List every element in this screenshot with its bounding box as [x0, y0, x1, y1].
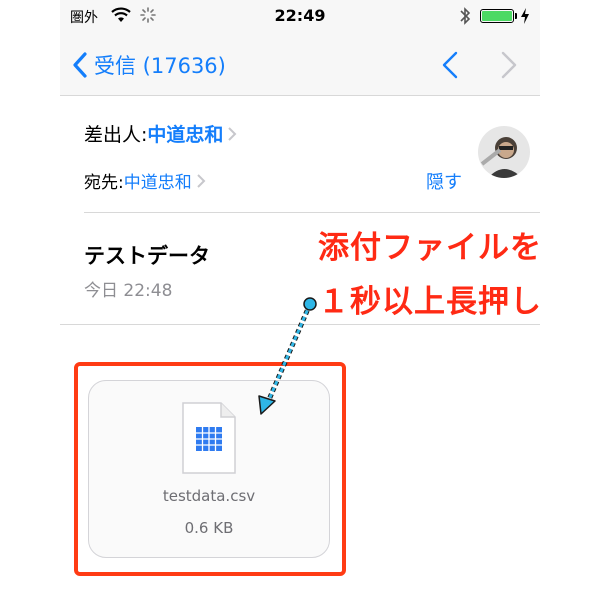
- battery-tip: [515, 13, 517, 19]
- prev-arrow-icon[interactable]: [438, 50, 462, 80]
- nav-bar: 受信 (17636): [60, 32, 540, 96]
- next-arrow-icon: [501, 51, 517, 79]
- battery-icon: [480, 9, 514, 23]
- recipient-row[interactable]: 宛先: 中道忠和: [84, 168, 206, 193]
- avatar[interactable]: [478, 126, 530, 178]
- status-bar: 圏外 22:49: [60, 0, 540, 32]
- message-subject: テストデータ: [84, 244, 210, 268]
- annotation-line-2: １秒以上長押し: [318, 284, 542, 320]
- from-label: 差出人:: [84, 124, 148, 146]
- from-name[interactable]: 中道忠和: [147, 120, 223, 147]
- to-name[interactable]: 中道忠和: [124, 168, 192, 193]
- sender-row[interactable]: 差出人: 中道忠和: [84, 120, 237, 147]
- back-button-label: 受信 (17636): [94, 54, 226, 78]
- message-date: 今日 22:48: [84, 281, 173, 301]
- chevron-right-icon: [197, 173, 206, 188]
- bluetooth-icon: [460, 7, 471, 25]
- to-label: 宛先:: [84, 173, 124, 193]
- charging-icon: [521, 8, 529, 24]
- hide-details-link[interactable]: 隠す: [426, 168, 462, 194]
- attachment-highlight-box: [74, 362, 346, 576]
- battery-fill: [482, 11, 512, 21]
- annotation-line-1: 添付ファイルを: [318, 230, 542, 266]
- body-divider: [60, 324, 540, 325]
- header-divider: [84, 212, 540, 213]
- back-chevron-icon: [73, 52, 87, 78]
- back-button[interactable]: 受信 (17636): [72, 50, 226, 80]
- chevron-right-icon: [228, 126, 237, 141]
